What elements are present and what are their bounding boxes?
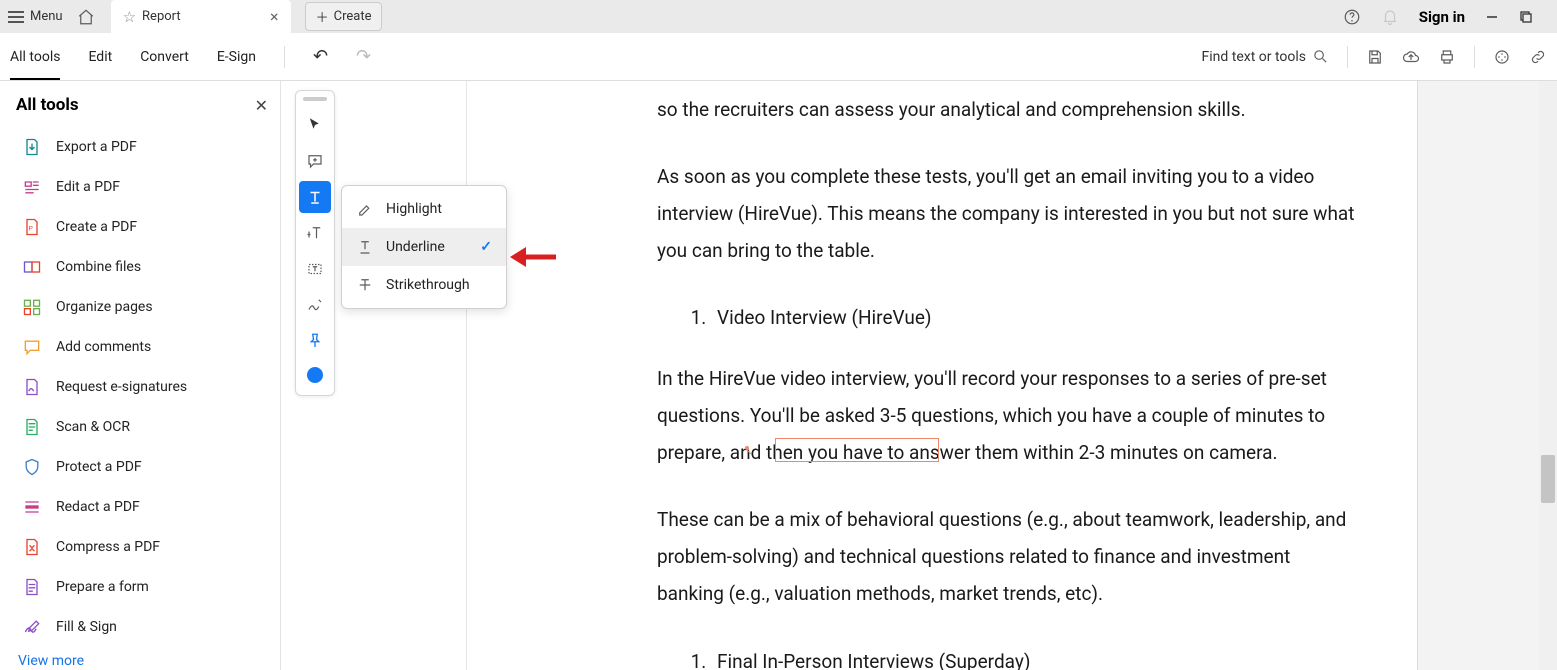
sign-in-button[interactable]: Sign in bbox=[1419, 8, 1465, 26]
select-tool[interactable] bbox=[299, 109, 331, 141]
tool-create-pdf[interactable]: P Create a PDF bbox=[16, 209, 268, 245]
doc-list-item: Video Interview (HireVue) bbox=[711, 299, 1357, 336]
annotation-toolbar[interactable] bbox=[295, 90, 335, 396]
star-icon[interactable]: ☆ bbox=[123, 8, 136, 26]
find-placeholder: Find text or tools bbox=[1202, 49, 1307, 65]
document-viewport: so the recruiters can assess your analyt… bbox=[281, 81, 1557, 670]
home-icon[interactable] bbox=[77, 8, 95, 26]
svg-text:P: P bbox=[29, 224, 33, 232]
annotation-caret-icon bbox=[743, 444, 753, 454]
tool-request-esignatures[interactable]: Request e-signatures bbox=[16, 369, 268, 405]
minimize-icon[interactable] bbox=[1485, 10, 1499, 24]
title-bar: Menu ☆ Report × ＋ Create Sign in bbox=[0, 0, 1557, 33]
tool-combine-files[interactable]: Combine files bbox=[16, 249, 268, 285]
plus-icon: ＋ bbox=[316, 7, 329, 26]
tool-add-comments[interactable]: Add comments bbox=[16, 329, 268, 365]
scan-icon bbox=[22, 417, 42, 437]
main-area: All tools ✕ Export a PDF Edit a PDF P Cr… bbox=[0, 81, 1557, 670]
tool-compress-pdf[interactable]: Compress a PDF bbox=[16, 529, 268, 565]
document-tab[interactable]: ☆ Report × bbox=[111, 0, 291, 33]
protect-icon bbox=[22, 457, 42, 477]
save-icon[interactable] bbox=[1366, 48, 1384, 66]
doc-paragraph: so the recruiters can assess your analyt… bbox=[657, 91, 1357, 128]
tool-edit-pdf[interactable]: Edit a PDF bbox=[16, 169, 268, 205]
tool-fill-sign[interactable]: Fill & Sign bbox=[16, 609, 268, 645]
search-icon bbox=[1312, 48, 1329, 65]
organize-icon bbox=[22, 297, 42, 317]
pin-tool[interactable] bbox=[299, 325, 331, 357]
document-page[interactable]: so the recruiters can assess your analyt… bbox=[467, 81, 1417, 670]
strikethrough-icon bbox=[356, 276, 374, 294]
panel-title: All tools bbox=[16, 95, 79, 115]
nav-convert[interactable]: Convert bbox=[140, 35, 189, 79]
view-more-link[interactable]: View more bbox=[16, 653, 268, 669]
check-icon: ✓ bbox=[480, 239, 492, 255]
nav-edit[interactable]: Edit bbox=[88, 35, 112, 79]
toolbar-grip[interactable] bbox=[303, 97, 327, 101]
undo-icon[interactable]: ↶ bbox=[313, 46, 328, 67]
sign-icon bbox=[22, 617, 42, 637]
highlight-icon bbox=[356, 200, 374, 218]
all-tools-panel: All tools ✕ Export a PDF Edit a PDF P Cr… bbox=[0, 81, 281, 670]
tool-organize-pages[interactable]: Organize pages bbox=[16, 289, 268, 325]
tab-label: Report bbox=[142, 9, 264, 24]
divider bbox=[284, 46, 285, 68]
tool-export-pdf[interactable]: Export a PDF bbox=[16, 129, 268, 165]
callout-arrow-icon bbox=[510, 244, 556, 270]
form-icon bbox=[22, 577, 42, 597]
tool-prepare-form[interactable]: Prepare a form bbox=[16, 569, 268, 605]
doc-paragraph: As soon as you complete these tests, you… bbox=[657, 158, 1357, 269]
flyout-highlight[interactable]: Highlight bbox=[342, 190, 506, 228]
color-picker[interactable] bbox=[307, 367, 323, 383]
text-markup-tool[interactable] bbox=[299, 181, 331, 213]
edit-pdf-icon bbox=[22, 177, 42, 197]
redact-icon bbox=[22, 497, 42, 517]
comment-icon bbox=[22, 337, 42, 357]
find-input[interactable]: Find text or tools bbox=[1202, 48, 1330, 65]
annotation-box[interactable] bbox=[775, 438, 939, 462]
create-pdf-icon: P bbox=[22, 217, 42, 237]
doc-list-item: Final In-Person Interviews (Superday) bbox=[711, 643, 1357, 670]
tool-redact-pdf[interactable]: Redact a PDF bbox=[16, 489, 268, 525]
tool-scan-ocr[interactable]: Scan & OCR bbox=[16, 409, 268, 445]
maximize-icon[interactable] bbox=[1519, 10, 1533, 24]
compress-icon bbox=[22, 537, 42, 557]
doc-paragraph: These can be a mix of behavioral questio… bbox=[657, 501, 1357, 612]
combine-icon bbox=[22, 257, 42, 277]
flyout-strikethrough[interactable]: Strikethrough bbox=[342, 266, 506, 304]
flyout-underline[interactable]: Underline ✓ bbox=[342, 228, 506, 266]
draw-tool[interactable] bbox=[299, 289, 331, 321]
link-icon[interactable] bbox=[1529, 48, 1547, 66]
export-icon bbox=[22, 137, 42, 157]
scrollbar-track[interactable] bbox=[1539, 81, 1557, 670]
page-gutter-right bbox=[1417, 81, 1557, 670]
scrollbar-thumb[interactable] bbox=[1541, 455, 1555, 503]
cloud-upload-icon[interactable] bbox=[1402, 48, 1420, 66]
toolbar: All tools Edit Convert E-Sign ↶ ↷ Find t… bbox=[0, 33, 1557, 81]
panel-close-icon[interactable]: ✕ bbox=[255, 96, 268, 115]
help-icon[interactable] bbox=[1343, 8, 1361, 26]
redo-icon[interactable]: ↷ bbox=[356, 46, 371, 67]
text-markup-flyout: Highlight Underline ✓ Strikethrough bbox=[341, 185, 507, 309]
text-box-tool[interactable] bbox=[299, 253, 331, 285]
esign-icon bbox=[22, 377, 42, 397]
create-label: Create bbox=[334, 9, 372, 24]
print-icon[interactable] bbox=[1438, 48, 1456, 66]
menu-label[interactable]: Menu bbox=[30, 9, 63, 24]
underline-icon bbox=[356, 238, 374, 256]
ai-sparkle-icon[interactable] bbox=[1493, 48, 1511, 66]
menu-icon[interactable] bbox=[8, 11, 24, 23]
sticky-note-tool[interactable] bbox=[299, 145, 331, 177]
tool-protect-pdf[interactable]: Protect a PDF bbox=[16, 449, 268, 485]
tab-close-icon[interactable]: × bbox=[270, 7, 279, 26]
nav-esign[interactable]: E-Sign bbox=[217, 35, 256, 79]
bell-icon[interactable] bbox=[1381, 8, 1399, 26]
create-button[interactable]: ＋ Create bbox=[305, 2, 383, 31]
doc-paragraph: In the HireVue video interview, you'll r… bbox=[657, 360, 1357, 471]
insert-text-tool[interactable] bbox=[299, 217, 331, 249]
nav-all-tools[interactable]: All tools bbox=[10, 35, 60, 79]
